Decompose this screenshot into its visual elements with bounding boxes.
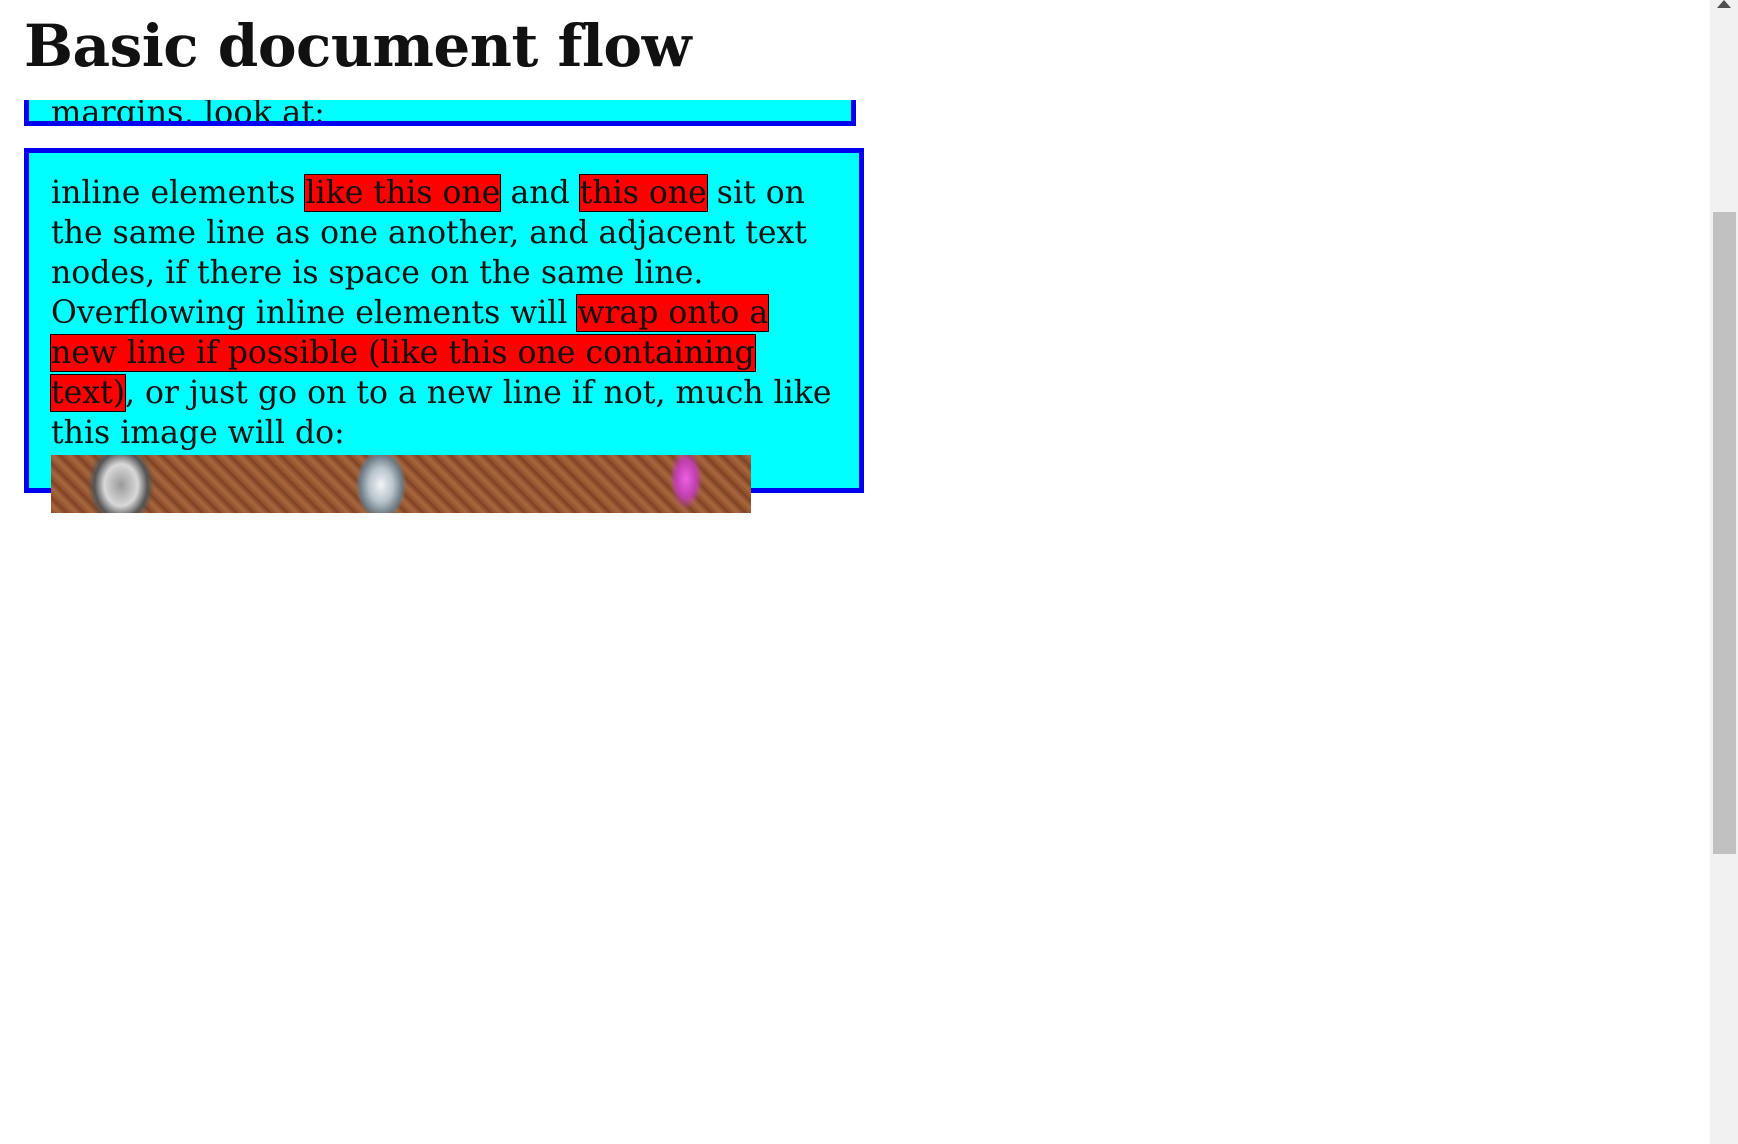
inline-image — [51, 455, 751, 513]
inline-span-like-this-one: like this one — [304, 174, 502, 212]
vertical-scrollbar[interactable] — [1710, 0, 1738, 1144]
page-viewport: Basic document flow margins, look at: in… — [0, 0, 1710, 1144]
page-title: Basic document flow — [24, 0, 1710, 100]
scrollbar-thumb[interactable] — [1713, 212, 1736, 854]
scroll-up-button[interactable] — [1710, 0, 1738, 14]
chevron-up-icon — [1717, 0, 1731, 8]
inline-text-intro: inline elements — [51, 175, 306, 211]
inline-span-this-one: this one — [578, 174, 708, 212]
inline-text-joiner: and — [500, 175, 580, 211]
inline-elements-box: inline elements like this one and this o… — [24, 148, 864, 513]
inline-paragraph: inline elements like this one and this o… — [49, 173, 839, 453]
inline-text-outro: , or just go on to a new line if not, mu… — [51, 375, 832, 451]
